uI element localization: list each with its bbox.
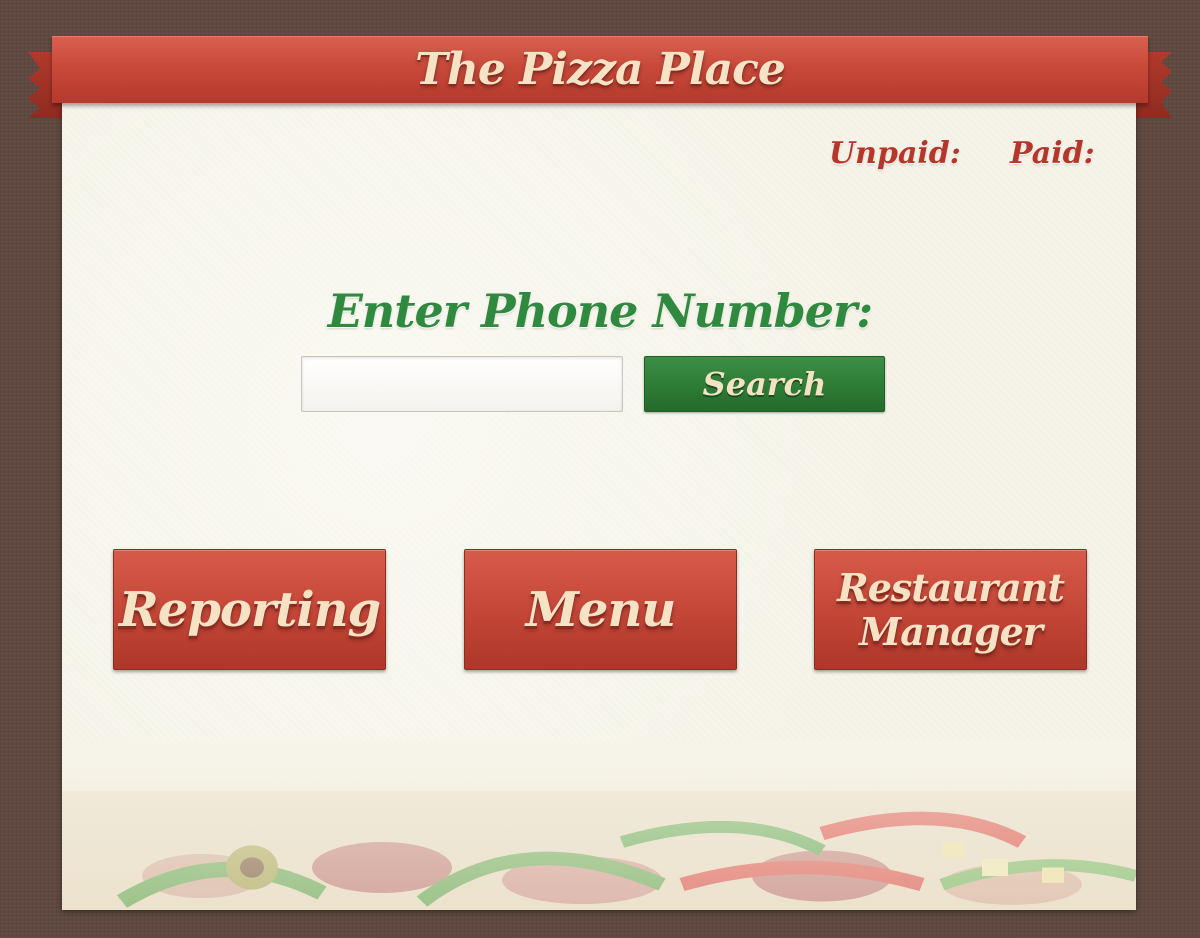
search-button[interactable]: Search: [644, 356, 885, 412]
reporting-button-label: Reporting: [118, 581, 381, 638]
restaurant-manager-label-line2: Manager: [859, 608, 1043, 654]
phone-number-input[interactable]: [301, 356, 623, 412]
app-title: The Pizza Place: [415, 44, 786, 95]
menu-button-label: Menu: [525, 581, 676, 638]
pizza-toppings-image: [62, 740, 1136, 910]
restaurant-manager-label-line1: Restaurant: [837, 564, 1065, 610]
title-banner: The Pizza Place: [52, 36, 1148, 103]
restaurant-manager-button[interactable]: Restaurant Manager: [814, 549, 1087, 670]
main-panel: [62, 100, 1136, 910]
unpaid-label: Unpaid:: [829, 136, 961, 171]
reporting-button[interactable]: Reporting: [113, 549, 386, 670]
phone-prompt-heading: Enter Phone Number:: [327, 284, 874, 338]
paid-label: Paid:: [1010, 136, 1095, 171]
menu-button[interactable]: Menu: [464, 549, 737, 670]
